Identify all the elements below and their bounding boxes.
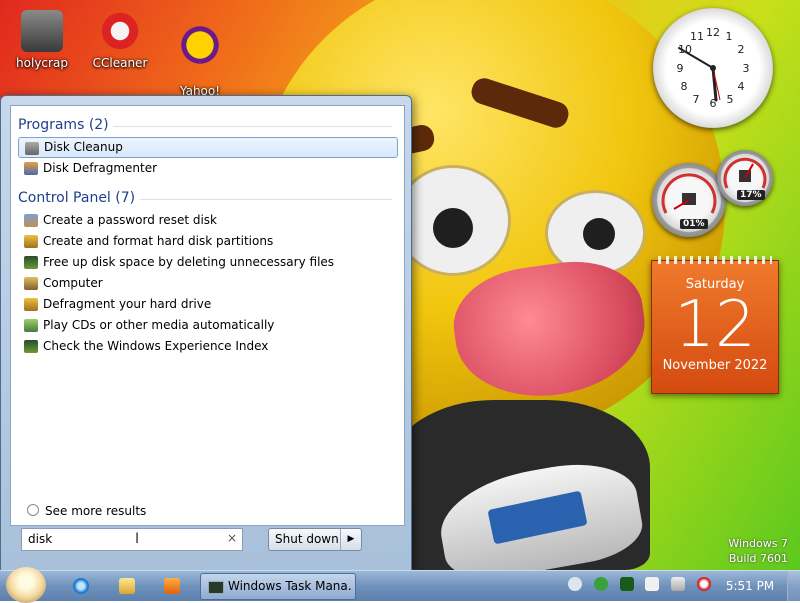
memory-percent: 17% (737, 190, 765, 200)
internet-explorer-icon (73, 578, 89, 594)
minus-tray-icon[interactable] (568, 576, 582, 591)
control-panel-header[interactable]: Control Panel (7) (18, 190, 404, 210)
divider (140, 199, 392, 200)
programs-header-label: Programs (2) (18, 117, 109, 133)
calendar-month: November 2022 (662, 358, 768, 373)
desktop-icon-holycrap[interactable]: holycrap (5, 10, 79, 70)
performance-icon (24, 340, 38, 353)
media-player-icon (164, 578, 180, 594)
result-label: Disk Cleanup (44, 140, 123, 154)
svg-text:8: 8 (681, 80, 688, 93)
search-box[interactable]: I × (21, 528, 243, 551)
taskbar: Windows Task Mana... 5:51 PM (0, 567, 800, 603)
search-results-pane: Programs (2) Disk Cleanup Disk Defragmen… (10, 105, 405, 526)
disk-defragmenter-icon (24, 162, 38, 175)
cpu-percent: 01% (680, 219, 708, 229)
calendar-gadget[interactable]: Saturday 12 November 2022 (651, 256, 779, 394)
calendar-rings-icon (658, 256, 772, 264)
see-more-label: See more results (45, 504, 147, 518)
shutdown-button[interactable]: Shut down (275, 529, 339, 550)
result-label: Check the Windows Experience Index (43, 339, 269, 353)
result-label: Create a password reset disk (43, 213, 217, 227)
taskbar-pin-explorer[interactable] (108, 573, 146, 599)
svg-text:1: 1 (726, 30, 733, 43)
result-experience-index[interactable]: Check the Windows Experience Index (18, 336, 398, 357)
divider (113, 126, 392, 127)
volume-muted-tray-icon[interactable] (697, 576, 712, 591)
yahoo-messenger-icon (179, 24, 221, 66)
task-manager-icon (208, 581, 224, 594)
desktop-icon-label: holycrap (16, 56, 68, 70)
result-label: Free up disk space by deleting unnecessa… (43, 255, 335, 269)
result-label: Defragment your hard drive (43, 297, 212, 311)
text-cursor-icon: I (135, 531, 140, 547)
svg-text:4: 4 (738, 80, 745, 93)
result-defragment-drive[interactable]: Defragment your hard drive (18, 294, 398, 315)
os-name: Windows 7 (728, 537, 788, 550)
result-label: Disk Defragmenter (43, 161, 158, 175)
svg-text:12: 12 (706, 26, 720, 39)
clock-face-icon: 12 12 345 678 91011 (677, 26, 750, 110)
result-autoplay[interactable]: Play CDs or other media automatically (18, 315, 398, 336)
user-accounts-icon (24, 214, 38, 227)
desktop-icon-ccleaner[interactable]: CCleaner (83, 10, 157, 70)
result-computer[interactable]: Computer (18, 273, 398, 294)
autoplay-icon (24, 319, 38, 332)
monitor-tray-icon[interactable] (619, 576, 634, 591)
result-label: Play CDs or other media automatically (43, 318, 275, 332)
shutdown-button-group: Shut down ▶ (268, 528, 362, 551)
start-button[interactable] (6, 567, 46, 603)
ccleaner-icon (99, 10, 141, 52)
disk-cleanup-icon (25, 142, 39, 155)
result-label: Computer (43, 276, 103, 290)
magnifier-icon (27, 504, 39, 516)
os-build: Build 7601 (728, 552, 788, 565)
wallpaper-eye (395, 165, 511, 276)
svg-text:7: 7 (693, 93, 700, 106)
result-label: Create and format hard disk partitions (43, 234, 274, 248)
svg-text:9: 9 (677, 62, 684, 75)
svg-text:5: 5 (727, 93, 734, 106)
result-free-disk-space[interactable]: Free up disk space by deleting unnecessa… (18, 252, 398, 273)
svg-text:11: 11 (690, 30, 704, 43)
taskbar-pin-media-player[interactable] (153, 573, 191, 599)
security-tray-icon[interactable] (593, 576, 608, 591)
clear-search-button[interactable]: × (227, 531, 237, 545)
desktop-icon-label: CCleaner (92, 56, 148, 70)
memory-meter-gadget[interactable]: 17% (717, 150, 773, 206)
result-format-partitions[interactable]: Create and format hard disk partitions (18, 231, 398, 252)
calendar-date: 12 (674, 288, 756, 362)
folder-icon (21, 10, 63, 52)
start-menu: Programs (2) Disk Cleanup Disk Defragmen… (0, 95, 412, 572)
show-desktop-button[interactable] (787, 571, 800, 601)
svg-text:2: 2 (738, 43, 745, 56)
notification-area (568, 576, 719, 591)
search-input[interactable] (22, 529, 218, 548)
admin-tools-icon (24, 235, 38, 248)
clock-gadget[interactable]: 12 1 2 345 678 9 10 11 (653, 8, 773, 128)
action-center-icon (24, 256, 38, 269)
svg-text:3: 3 (743, 62, 750, 75)
windows-version: Windows 7 Build 7601 (728, 536, 788, 566)
result-disk-cleanup[interactable]: Disk Cleanup (18, 137, 398, 158)
shutdown-options-arrow-icon[interactable]: ▶ (340, 529, 361, 550)
admin-tools-icon (24, 298, 38, 311)
task-label: Windows Task Mana... (228, 579, 352, 593)
result-disk-defragmenter[interactable]: Disk Defragmenter (18, 158, 398, 179)
control-panel-header-label: Control Panel (7) (18, 190, 136, 206)
folder-icon (119, 578, 135, 594)
cpu-meter-gadget[interactable]: 01% (652, 163, 726, 237)
network-tray-icon[interactable] (671, 576, 686, 591)
flag-tray-icon[interactable] (645, 576, 660, 591)
see-more-results-link[interactable]: See more results (27, 504, 146, 518)
system-icon (24, 277, 38, 290)
programs-header[interactable]: Programs (2) (18, 117, 404, 137)
taskbar-task-manager[interactable]: Windows Task Mana... (200, 573, 356, 600)
taskbar-clock[interactable]: 5:51 PM (720, 571, 780, 601)
result-password-reset-disk[interactable]: Create a password reset disk (18, 210, 398, 231)
taskbar-pin-internet-explorer[interactable] (62, 573, 100, 599)
